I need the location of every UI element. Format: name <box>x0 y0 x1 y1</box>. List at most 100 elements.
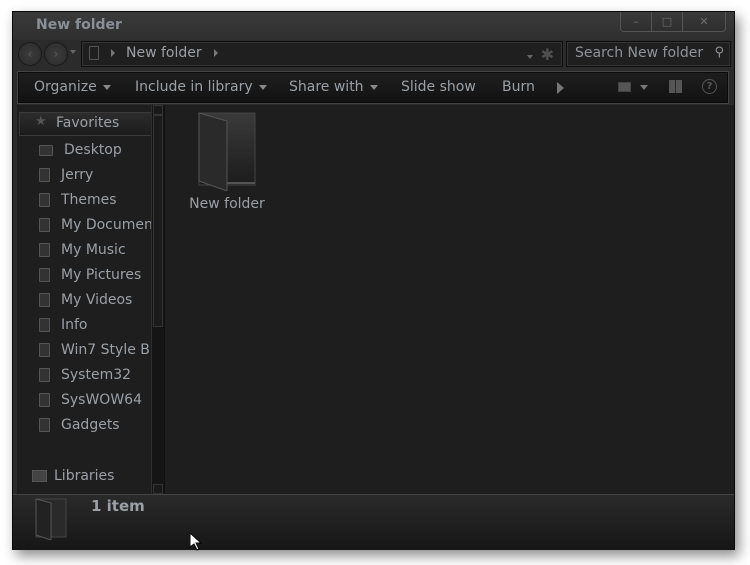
sidebar-item-label: My Pictures <box>61 267 142 283</box>
sidebar-item-info[interactable]: Info <box>39 314 88 336</box>
minimize-icon: – <box>633 15 639 28</box>
window-controls: – □ ✕ <box>620 12 726 32</box>
include-in-library-button[interactable]: Include in library <box>135 79 267 95</box>
close-button[interactable]: ✕ <box>682 12 725 31</box>
file-list[interactable]: New folder <box>164 105 734 494</box>
sidebar-item-libraries[interactable]: Libraries <box>32 465 114 487</box>
change-view-icon[interactable] <box>618 82 631 92</box>
scroll-down-button[interactable] <box>153 484 163 494</box>
sidebar-item-my-pictures[interactable]: My Pictures <box>39 264 141 286</box>
view-options-dropdown[interactable] <box>640 85 648 90</box>
back-button[interactable]: ‹ <box>18 42 42 66</box>
sidebar-item-label: Info <box>61 317 88 333</box>
sidebar-item-label: My Documents <box>61 217 151 233</box>
forward-button[interactable]: › <box>44 42 68 66</box>
breadcrumb-arrow-icon[interactable] <box>111 49 115 57</box>
sidebar-item-gadgets[interactable]: Gadgets <box>39 414 120 436</box>
scrollbar-thumb[interactable] <box>153 115 163 327</box>
desktop-icon <box>39 144 53 156</box>
folder-icon <box>39 193 50 207</box>
slide-show-label: Slide show <box>401 79 476 95</box>
videos-icon <box>39 293 50 307</box>
explorer-window: New folder – □ ✕ ‹ › New folder ✱ Search… <box>12 11 735 550</box>
organize-button[interactable]: Organize <box>34 79 111 95</box>
slide-show-button[interactable]: Slide show <box>401 79 476 95</box>
address-dropdown-icon[interactable] <box>527 55 533 59</box>
chevron-down-icon <box>102 84 111 90</box>
sidebar-item-label: Jerry <box>61 167 94 183</box>
window-title: New folder <box>36 17 122 33</box>
title-bar[interactable]: New folder – □ ✕ <box>13 12 734 40</box>
chevron-down-icon <box>369 84 378 90</box>
help-icon[interactable]: ? <box>702 79 717 94</box>
refresh-icon[interactable]: ✱ <box>541 45 554 64</box>
libraries-icon <box>32 470 47 482</box>
music-icon <box>39 243 50 257</box>
sidebar-item-label: Gadgets <box>61 417 120 433</box>
favorites-label: Favorites <box>56 115 120 131</box>
sidebar-item-jerry[interactable]: Jerry <box>39 164 93 186</box>
forward-arrow-icon: › <box>53 47 59 61</box>
address-bar[interactable]: New folder ✱ <box>81 41 563 67</box>
search-box[interactable]: Search New folder ⚲ <box>566 41 731 67</box>
command-bar: Organize Include in library Share with S… <box>17 71 729 104</box>
sidebar-item-my-music[interactable]: My Music <box>39 239 126 261</box>
navigation-pane: ★ Favorites Desktop Jerry Themes My Docu… <box>17 105 151 494</box>
sidebar-item-themes[interactable]: Themes <box>39 189 117 211</box>
sidebar-item-my-videos[interactable]: My Videos <box>39 289 132 311</box>
pictures-icon <box>39 268 50 282</box>
search-input[interactable]: Search New folder <box>575 45 703 61</box>
share-with-button[interactable]: Share with <box>289 79 378 95</box>
sidebar-item-system32[interactable]: System32 <box>39 364 131 386</box>
more-arrow-icon[interactable] <box>557 82 564 94</box>
include-in-library-label: Include in library <box>135 79 253 95</box>
search-icon[interactable]: ⚲ <box>714 45 724 60</box>
burn-label: Burn <box>502 79 535 95</box>
organize-label: Organize <box>34 79 97 95</box>
maximize-icon: □ <box>661 15 673 28</box>
preview-pane-icon[interactable] <box>669 80 682 93</box>
recent-pages-dropdown[interactable] <box>70 50 76 54</box>
libraries-label: Libraries <box>54 468 115 484</box>
sidebar-favorites-header[interactable]: ★ Favorites <box>19 112 151 136</box>
sidebar-item-desktop[interactable]: Desktop <box>39 139 122 161</box>
folder-icon <box>39 418 50 432</box>
sidebar-item-my-documents[interactable]: My Documents <box>39 214 151 236</box>
scroll-up-button[interactable] <box>153 105 163 115</box>
documents-icon <box>39 218 50 232</box>
folder-icon <box>197 111 257 192</box>
burn-button[interactable]: Burn <box>502 79 535 95</box>
folder-icon <box>39 343 50 357</box>
sidebar-item-label: Desktop <box>64 142 122 158</box>
item-count: 1 item <box>91 497 145 515</box>
folder-icon <box>39 318 50 332</box>
star-icon: ★ <box>35 114 47 129</box>
back-arrow-icon: ‹ <box>27 47 33 61</box>
sidebar-item-label: Themes <box>61 192 117 208</box>
file-item-new-folder[interactable]: New folder <box>187 111 267 212</box>
folder-icon <box>35 498 67 541</box>
sidebar-item-label: System32 <box>61 367 132 383</box>
sidebar-item-label: SysWOW64 <box>61 392 142 408</box>
close-icon: ✕ <box>699 15 709 28</box>
breadcrumb-new-folder[interactable]: New folder <box>126 45 202 61</box>
folder-location-icon <box>89 46 99 60</box>
minimize-button[interactable]: – <box>621 12 651 31</box>
details-pane: 1 item <box>13 494 734 550</box>
folder-icon <box>39 368 50 382</box>
breadcrumb-arrow-icon[interactable] <box>214 49 218 57</box>
chevron-down-icon <box>258 84 267 90</box>
share-with-label: Share with <box>289 79 364 95</box>
sidebar-item-label: My Videos <box>61 292 133 308</box>
maximize-button[interactable]: □ <box>651 12 682 31</box>
folder-icon <box>39 168 50 182</box>
navigation-pane-scrollbar[interactable] <box>151 105 165 494</box>
mouse-cursor-icon <box>189 531 203 555</box>
navigation-bar: ‹ › New folder ✱ Search New folder ⚲ <box>13 40 734 68</box>
folder-icon <box>39 393 50 407</box>
sidebar-item-label: Win7 Style B <box>61 342 150 358</box>
sidebar-item-win7-style-b[interactable]: Win7 Style B <box>39 339 150 361</box>
sidebar-item-label: My Music <box>61 242 126 258</box>
file-item-label: New folder <box>189 196 265 212</box>
sidebar-item-syswow64[interactable]: SysWOW64 <box>39 389 142 411</box>
